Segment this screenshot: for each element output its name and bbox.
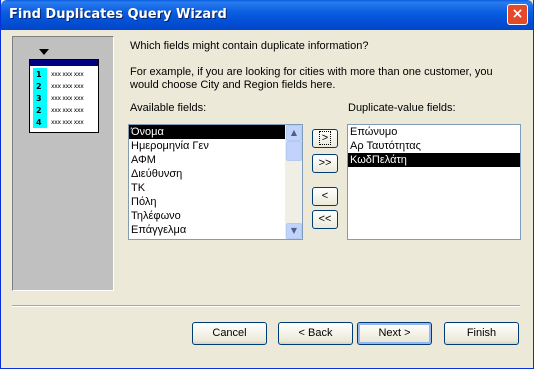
row-cells: xxx xxx xxx [51, 83, 84, 90]
close-button[interactable]: × [507, 4, 528, 25]
row-cells: xxx xxx xxx [51, 95, 84, 102]
illustration-row: 4 xxx xxx xxx [33, 117, 95, 129]
table-illustration: 1 xxx xxx xxx 2 xxx xxx xxx 3 xxx xxx xxx 2… [29, 59, 99, 133]
list-item[interactable]: Τηλέφωνο [129, 209, 302, 223]
arrow-down-icon [39, 49, 49, 55]
duplicate-fields-label: Duplicate-value fields: [348, 102, 456, 114]
row-number: 2 [36, 106, 42, 115]
row-cells: xxx xxx xxx [51, 119, 84, 126]
wizard-window: Find Duplicates Query Wizard × 1 xxx xxx … [0, 0, 534, 369]
illustration-row: 3 xxx xxx xxx [33, 93, 95, 105]
scroll-thumb[interactable] [286, 141, 302, 161]
list-item[interactable]: ΚωδΠελάτη [348, 153, 520, 167]
add-field-button[interactable]: > [312, 129, 338, 148]
list-item[interactable]: ΑΦΜ [129, 153, 302, 167]
list-item[interactable]: Διεύθυνση [129, 167, 302, 181]
list-item[interactable]: Αρ Ταυτότητας [348, 139, 520, 153]
list-item[interactable]: Όνομα [129, 125, 302, 139]
window-title: Find Duplicates Query Wizard [9, 7, 227, 22]
scroll-down-icon[interactable]: ▼ [286, 223, 302, 239]
illustration-row: 1 xxx xxx xxx [33, 69, 95, 81]
available-fields-list[interactable]: Όνομα Ημερομηνία Γεν ΑΦΜ Διεύθυνση ΤΚ Πό… [128, 124, 303, 240]
row-number: 3 [36, 94, 42, 103]
row-number: 4 [36, 118, 42, 127]
scroll-up-icon[interactable]: ▲ [286, 125, 302, 141]
duplicate-fields-list[interactable]: Επώνυμο Αρ Ταυτότητας ΚωδΠελάτη [347, 124, 521, 240]
question-text: Which fields might contain duplicate inf… [130, 40, 369, 52]
list-item[interactable]: Επάγγελμα [129, 223, 302, 237]
table-header-bar [30, 60, 98, 66]
remove-all-fields-button[interactable]: << [312, 210, 338, 229]
cancel-button[interactable]: Cancel [192, 322, 267, 345]
add-all-fields-button[interactable]: >> [312, 154, 338, 173]
list-item[interactable]: ΤΚ [129, 181, 302, 195]
example-text-line2: would choose City and Region fields here… [130, 79, 336, 91]
finish-button[interactable]: Finish [444, 322, 519, 345]
row-cells: xxx xxx xxx [51, 71, 84, 78]
list-item[interactable]: Πόλη [129, 195, 302, 209]
example-text-line1: For example, if you are looking for citi… [130, 66, 493, 78]
next-button[interactable]: Next > [357, 322, 432, 345]
list-item[interactable]: Επώνυμο [348, 125, 520, 139]
illustration-row: 2 xxx xxx xxx [33, 105, 95, 117]
back-button[interactable]: < Back [278, 322, 353, 345]
vertical-scrollbar[interactable]: ▲ ▼ [285, 125, 302, 239]
title-bar: Find Duplicates Query Wizard × [1, 0, 533, 30]
add-field-label: > [318, 131, 332, 145]
illustration-row: 2 xxx xxx xxx [33, 81, 95, 93]
illustration-panel: 1 xxx xxx xxx 2 xxx xxx xxx 3 xxx xxx xxx 2… [12, 36, 114, 291]
list-item[interactable]: Ημερομηνία Γεν [129, 139, 302, 153]
available-fields-label: Available fields: [130, 102, 207, 114]
row-cells: xxx xxx xxx [51, 107, 84, 114]
row-number: 2 [36, 82, 42, 91]
remove-field-button[interactable]: < [312, 187, 338, 206]
row-number: 1 [36, 70, 42, 79]
separator [12, 305, 520, 307]
